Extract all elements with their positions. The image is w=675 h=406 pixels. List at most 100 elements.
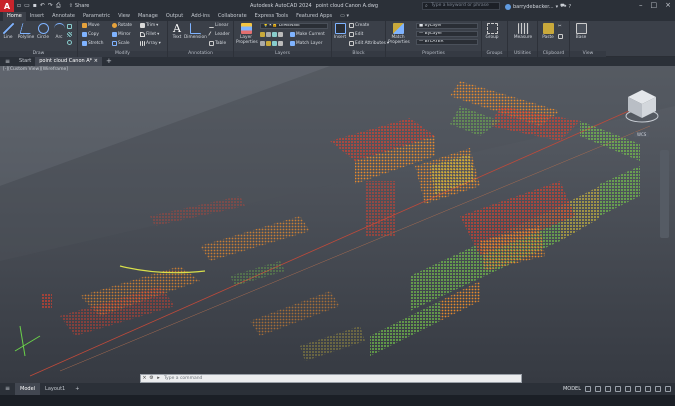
tab-express-tools[interactable]: Express Tools: [251, 12, 292, 21]
rectangle-tool[interactable]: [67, 24, 72, 29]
tab-add-ins[interactable]: Add-ins: [187, 12, 214, 21]
tab-featured-apps[interactable]: Featured Apps: [292, 12, 336, 21]
isolate-icon[interactable]: [655, 386, 661, 392]
cart-icon[interactable]: ⛟: [560, 3, 566, 10]
move-button[interactable]: Move: [82, 23, 100, 28]
layout-tabs-menu-icon[interactable]: ≡: [0, 383, 15, 395]
group-button[interactable]: Group: [485, 23, 499, 40]
dimension-button[interactable]: Dimension: [184, 23, 207, 40]
layer-unisolate-icon[interactable]: [266, 41, 271, 46]
stretch-button[interactable]: Stretch: [82, 41, 104, 46]
tab-view[interactable]: View: [114, 12, 134, 21]
circle-button[interactable]: Circle: [36, 23, 50, 40]
ribbon-options-button[interactable]: ▭ ▾: [336, 12, 353, 21]
close-icon[interactable]: ×: [665, 1, 671, 9]
layer-walk-icon[interactable]: [260, 41, 265, 46]
color-dropdown[interactable]: ■ ByLayer: [416, 23, 478, 29]
array-button[interactable]: Array ▾: [140, 41, 161, 46]
customize-icon[interactable]: [665, 386, 671, 392]
tab-insert[interactable]: Insert: [26, 12, 48, 21]
layer-lock-icon[interactable]: [278, 32, 283, 37]
application-menu-button[interactable]: A: [0, 0, 14, 12]
scale-button[interactable]: Scale: [112, 41, 130, 46]
insert-button[interactable]: Insert: [333, 23, 347, 40]
new-tab-button[interactable]: +: [102, 57, 116, 66]
close-icon[interactable]: ×: [94, 58, 98, 64]
mirror-button[interactable]: Mirror: [112, 32, 131, 37]
linear-dimension-button[interactable]: Linear: [209, 23, 228, 28]
workspace-icon[interactable]: [645, 386, 651, 392]
osnap-icon[interactable]: [625, 386, 631, 392]
cut-button[interactable]: ✂: [558, 24, 562, 29]
model-space-button[interactable]: MODEL: [563, 386, 581, 392]
trim-button[interactable]: Trim ▾: [140, 23, 158, 28]
leader-button[interactable]: Leader: [208, 31, 230, 38]
command-history-icon[interactable]: ▸: [155, 375, 162, 382]
snap-icon[interactable]: [595, 386, 601, 392]
share-button[interactable]: ⇪ Share: [69, 3, 90, 9]
search-input[interactable]: ⌕ Type a keyword or phrase: [422, 2, 500, 10]
maximize-icon[interactable]: □: [651, 1, 658, 9]
help-icon[interactable]: ?: [568, 4, 571, 10]
polar-icon[interactable]: [615, 386, 621, 392]
open-icon[interactable]: ▭: [24, 2, 30, 10]
tab-annotate[interactable]: Annotate: [48, 12, 79, 21]
start-tab[interactable]: Start: [15, 57, 35, 66]
linetype-dropdown[interactable]: — ByLayer: [416, 31, 478, 37]
rotate-button[interactable]: Rotate: [112, 23, 132, 28]
tab-output[interactable]: Output: [162, 12, 187, 21]
command-input[interactable]: Type a command: [164, 376, 202, 381]
match-properties-button[interactable]: Match Properties: [388, 23, 410, 45]
copy-clip-button[interactable]: [558, 34, 563, 39]
edit-block-button[interactable]: Edit: [349, 32, 363, 37]
lineweight-dropdown[interactable]: — BYLAYER: [416, 39, 478, 45]
layout1-tab[interactable]: Layout1: [40, 383, 70, 395]
paste-button[interactable]: Paste: [541, 23, 555, 40]
text-button[interactable]: A Text: [170, 23, 184, 40]
tab-home[interactable]: Home: [3, 12, 26, 21]
plot-icon[interactable]: ⎙: [56, 2, 61, 10]
drawing-viewport[interactable]: [-][Custom View][Wireframe] WCS: [0, 66, 675, 383]
file-tabs-menu-icon[interactable]: ≡: [0, 57, 15, 66]
hatch-tool[interactable]: [67, 32, 72, 37]
layer-unlock-icon[interactable]: [278, 41, 283, 46]
navigation-bar[interactable]: [660, 150, 669, 238]
ellipse-tool[interactable]: [67, 40, 72, 45]
copy-button[interactable]: Copy: [82, 32, 99, 37]
add-layout-button[interactable]: +: [70, 383, 84, 395]
save-icon[interactable]: ▪: [33, 2, 37, 10]
settings-icon[interactable]: ⚙: [148, 375, 155, 382]
arc-button[interactable]: Arc: [52, 23, 66, 40]
match-layer-button[interactable]: Match Layer: [290, 41, 322, 46]
layer-properties-button[interactable]: Layer Properties: [236, 23, 258, 45]
fillet-button[interactable]: Fillet ▾: [140, 32, 159, 37]
layer-freeze-icon[interactable]: [272, 32, 277, 37]
base-view-button[interactable]: Base: [574, 23, 588, 40]
minimize-icon[interactable]: –: [639, 1, 643, 9]
polyline-button[interactable]: Polyline: [17, 23, 35, 40]
command-line[interactable]: × ⚙ ▸ Type a command: [140, 374, 522, 383]
tab-manage[interactable]: Manage: [134, 12, 162, 21]
model-tab[interactable]: Model: [15, 383, 41, 395]
viewport-controls-label[interactable]: [-][Custom View][Wireframe]: [3, 67, 68, 72]
close-icon[interactable]: ×: [141, 375, 148, 382]
layer-dropdown[interactable]: 💡☀🔓 DIMENSIE: [260, 23, 328, 29]
undo-icon[interactable]: ↶: [40, 2, 45, 10]
tab-collaborate[interactable]: Collaborate: [214, 12, 251, 21]
create-block-button[interactable]: Create: [349, 23, 369, 28]
viewcube[interactable]: [624, 86, 660, 134]
layer-thaw-icon[interactable]: [272, 41, 277, 46]
tab-parametric[interactable]: Parametric: [79, 12, 114, 21]
edit-attributes-button[interactable]: Edit Attributes ▾: [349, 41, 389, 46]
user-account-button[interactable]: barrydebacker... ▾ ⛟ ?: [505, 3, 571, 10]
table-button[interactable]: Table: [209, 41, 226, 46]
annotation-scale-icon[interactable]: [635, 386, 641, 392]
layer-isolate-icon[interactable]: [266, 32, 271, 37]
measure-button[interactable]: Measure: [513, 23, 533, 40]
new-icon[interactable]: ▫: [17, 2, 21, 10]
ortho-icon[interactable]: [605, 386, 611, 392]
layer-off-icon[interactable]: [260, 32, 265, 37]
drawing-tab[interactable]: point cloud Canon A* ×: [35, 57, 102, 66]
grid-icon[interactable]: [585, 386, 591, 392]
make-current-button[interactable]: Make Current: [290, 32, 325, 37]
